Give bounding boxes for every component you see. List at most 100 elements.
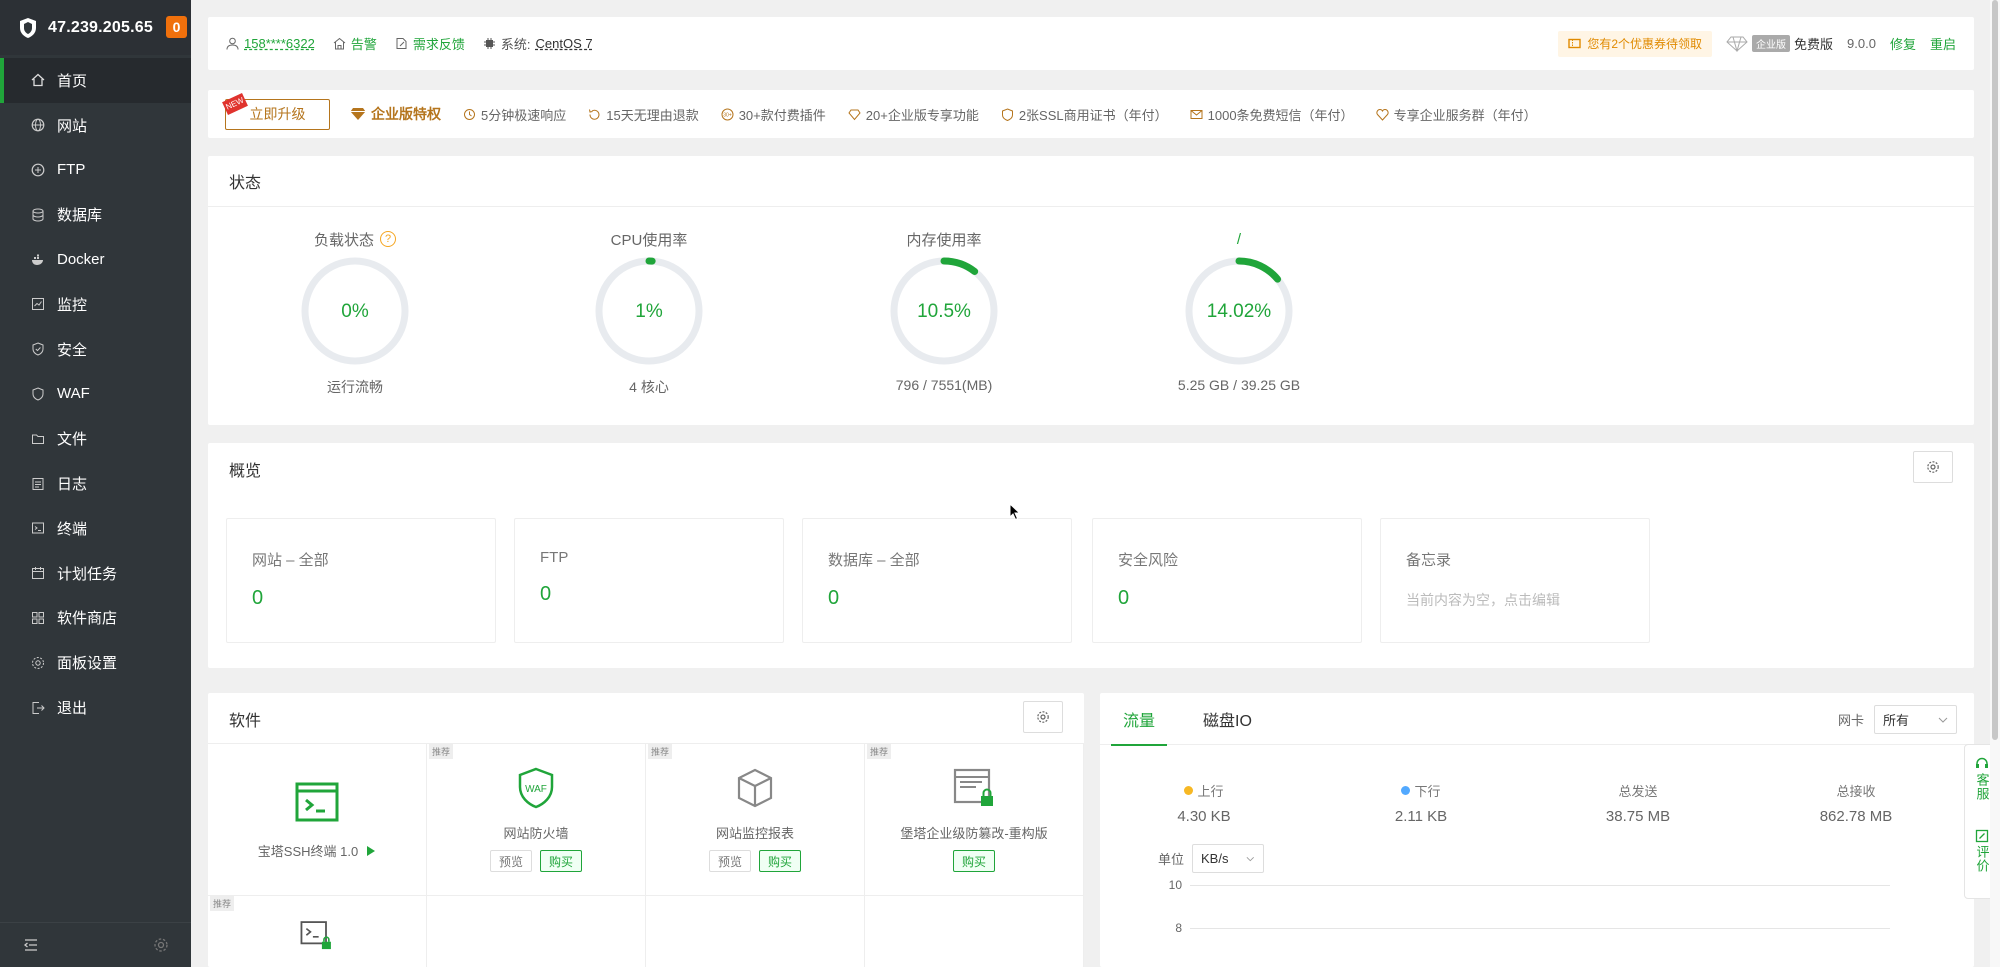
- sidebar-item-label: FTP: [57, 161, 86, 179]
- software-item-locked-terminal[interactable]: 推荐: [208, 896, 427, 967]
- message-badge[interactable]: 0: [166, 16, 187, 38]
- waf-icon: [31, 387, 45, 401]
- overview-card-memo[interactable]: 备忘录 当前内容为空，点击编辑: [1380, 518, 1650, 643]
- gauge-sub: 796 / 7551(MB): [895, 377, 993, 393]
- terminal-icon: [31, 521, 45, 535]
- stat-value: 862.78 MB: [1819, 808, 1893, 825]
- sidebar-item-security[interactable]: 安全: [0, 327, 191, 372]
- enterprise-privileges[interactable]: 企业版特权: [350, 104, 441, 124]
- card-value: 0: [1118, 587, 1130, 609]
- disk-gauge[interactable]: / 14.02% 5.25 GB / 39.25 GB: [1159, 229, 1319, 394]
- feature-label: 15天无理由退款: [606, 107, 699, 123]
- gear-icon[interactable]: [153, 937, 169, 953]
- overview-settings-button[interactable]: [1913, 451, 1953, 483]
- sidebar-item-docker[interactable]: Docker: [0, 237, 191, 282]
- preview-button[interactable]: 预览: [708, 850, 751, 872]
- diamond-icon: [1726, 36, 1748, 52]
- repair-button[interactable]: 修复: [1890, 34, 1916, 53]
- preview-button[interactable]: 预览: [489, 850, 532, 872]
- top-bar: 158****6322 告警 需求反馈 系统: CentOS 7 您有2个优惠券…: [208, 17, 1974, 70]
- gauge-value: 0%: [341, 301, 369, 322]
- nic-select[interactable]: 所有: [1874, 705, 1957, 734]
- unit-select[interactable]: KB/s: [1192, 844, 1265, 873]
- alert-link[interactable]: 告警: [333, 34, 377, 53]
- user-phone[interactable]: 158****6322: [244, 36, 315, 51]
- chevron-down-icon: [1247, 856, 1255, 861]
- feature-label: 20+企业版专享功能: [865, 107, 979, 123]
- play-icon[interactable]: [366, 845, 376, 857]
- ssl-icon: [1001, 107, 1013, 121]
- upgrade-button-label: 立即升级: [249, 106, 306, 122]
- main-content: 158****6322 告警 需求反馈 系统: CentOS 7 您有2个优惠券…: [208, 0, 1974, 967]
- page-scrollbar[interactable]: [1990, 0, 2000, 967]
- gauge-ring: 14.02%: [1185, 257, 1293, 365]
- sidebar-item-monitor[interactable]: 监控: [0, 282, 191, 327]
- gauge-ring: 10.5%: [890, 257, 998, 365]
- sidebar-item-label: 监控: [57, 296, 88, 314]
- card-title: 网站 – 全部: [252, 552, 329, 569]
- customer-service-button[interactable]: 客服: [1975, 757, 1990, 801]
- sidebar-item-files[interactable]: 文件: [0, 416, 191, 461]
- gauge-sub: 5.25 GB / 39.25 GB: [1177, 377, 1301, 393]
- software-item-monitor-report[interactable]: 推荐 网站监控报表 预览 购买: [646, 744, 865, 896]
- collapse-menu-icon[interactable]: [23, 937, 39, 953]
- log-icon: [31, 477, 45, 491]
- scrollbar-thumb[interactable]: [1992, 0, 1998, 740]
- software-settings-button[interactable]: [1023, 701, 1063, 733]
- sidebar-item-terminal[interactable]: 终端: [0, 506, 191, 551]
- sidebar-item-ftp[interactable]: FTP: [0, 148, 191, 193]
- version-number: 9.0.0: [1847, 36, 1876, 51]
- overview-card-security-risk[interactable]: 安全风险 0: [1092, 518, 1362, 643]
- software-empty-cell: [865, 896, 1084, 967]
- sidebar-item-waf[interactable]: WAF: [0, 372, 191, 417]
- buy-button[interactable]: 购买: [540, 850, 583, 872]
- enterprise-tag: 企业版: [1752, 35, 1791, 52]
- coupon-banner[interactable]: 您有2个优惠券待领取: [1558, 30, 1713, 57]
- sidebar-item-settings[interactable]: 面板设置: [0, 640, 191, 685]
- overview-card-ftp[interactable]: FTP 0: [514, 518, 784, 643]
- feature-item: 2张SSL商用证书（年付）: [1001, 105, 1168, 124]
- cpu-gauge[interactable]: CPU使用率 1% 4 核心: [569, 229, 729, 397]
- tab-disk-io[interactable]: 磁盘IO: [1203, 693, 1252, 745]
- help-icon[interactable]: ?: [380, 231, 396, 247]
- sidebar-item-label: 面板设置: [57, 655, 118, 673]
- sidebar-item-logout[interactable]: 退出: [0, 685, 191, 730]
- restart-button[interactable]: 重启: [1930, 34, 1956, 53]
- ftp-icon: [31, 163, 45, 177]
- upgrade-button[interactable]: NEW 立即升级: [222, 92, 330, 130]
- edition-label: 免费版: [1794, 37, 1834, 52]
- terminal-icon: [295, 782, 339, 822]
- user-account-link[interactable]: 158****6322: [226, 36, 315, 51]
- sidebar-item-database[interactable]: 数据库: [0, 192, 191, 237]
- review-button[interactable]: 评价: [1975, 829, 1990, 873]
- tab-traffic[interactable]: 流量: [1110, 693, 1168, 746]
- overview-card-database[interactable]: 数据库 – 全部 0: [802, 518, 1072, 643]
- sidebar-item-label: 文件: [57, 431, 88, 449]
- docker-icon: [31, 253, 45, 267]
- sidebar-item-website[interactable]: 网站: [0, 103, 191, 148]
- stat-total-received: 总接收 862.78 MB: [1776, 781, 1936, 825]
- software-title: 软件: [229, 712, 262, 730]
- memory-gauge[interactable]: 内存使用率 10.5% 796 / 7551(MB): [864, 229, 1024, 393]
- globe-icon: [31, 118, 45, 132]
- sidebar-item-home[interactable]: 首页: [0, 58, 191, 103]
- overview-card-website[interactable]: 网站 – 全部 0: [226, 518, 496, 643]
- software-item-waf[interactable]: 推荐 WAF 网站防火墙 预览 购买: [427, 744, 646, 896]
- load-gauge[interactable]: 负载状态? 0% 运行流畅: [275, 229, 435, 397]
- sidebar-item-logs[interactable]: 日志: [0, 461, 191, 506]
- software-item-ssh[interactable]: 宝塔SSH终端 1.0: [208, 744, 427, 896]
- sidebar-item-cron[interactable]: 计划任务: [0, 551, 191, 596]
- stat-label: 上行: [1197, 784, 1224, 799]
- buy-button[interactable]: 购买: [759, 850, 802, 872]
- upgrade-bar: NEW 立即升级 企业版特权 5分钟极速响应 15天无理由退款 30+ 30+款付…: [208, 90, 1974, 138]
- sidebar-menu: 首页 网站 FTP 数据库 Docker 监控 安全 WAF 文件 日志 终端 …: [0, 58, 191, 730]
- alert-label: 告警: [350, 37, 377, 52]
- feedback-link[interactable]: 需求反馈: [395, 34, 465, 53]
- card-title: 备忘录: [1406, 552, 1452, 569]
- software-item-tamper-proof[interactable]: 推荐 堡塔企业级防篡改-重构版 购买: [865, 744, 1084, 896]
- sidebar-item-store[interactable]: 软件商店: [0, 596, 191, 641]
- software-grid: 宝塔SSH终端 1.0 推荐 WAF 网站防火墙 预览 购买 推荐 网站监控报表…: [208, 743, 1084, 967]
- sidebar-item-label: WAF: [57, 385, 90, 403]
- unit-label: 单位: [1158, 852, 1185, 867]
- buy-button[interactable]: 购买: [952, 850, 995, 872]
